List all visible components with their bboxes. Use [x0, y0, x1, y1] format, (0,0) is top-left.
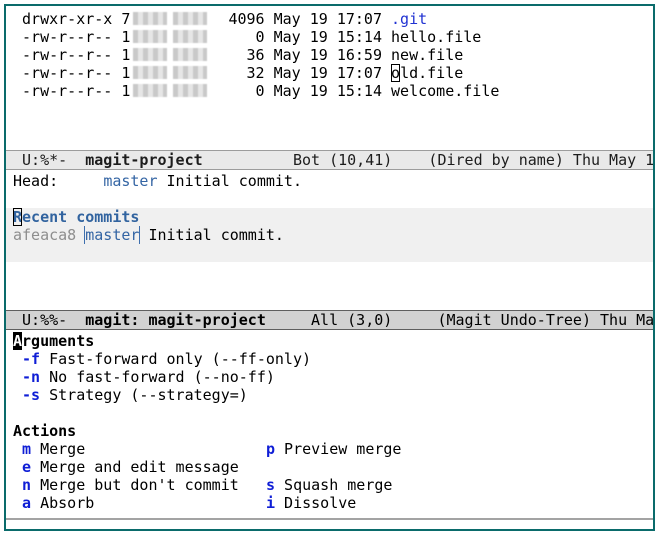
file-permissions: -rw-r--r-- 1 — [13, 82, 130, 100]
redacted-group — [173, 66, 207, 79]
dired-window: drwxr-xr-x 7 4096 May 19 17:07 .git -rw-… — [6, 6, 653, 150]
transient-desc: Merge but don't commit — [31, 476, 239, 494]
actions-heading: Actions — [13, 422, 76, 440]
dired-row[interactable]: drwxr-xr-x 7 4096 May 19 17:07 .git — [6, 10, 653, 28]
transient-action-row: n Merge but don't commits Squash merge — [6, 476, 653, 494]
transient-desc: Fast-forward only (--ff-only) — [40, 350, 311, 368]
transient-desc: Strategy (--strategy=) — [40, 386, 248, 404]
redacted-owner — [133, 30, 167, 43]
transient-argument[interactable]: -n No fast-forward (--no-ff) — [6, 368, 653, 386]
head-label: Head: — [13, 172, 103, 190]
modeline-info: All (3,0) (Magit Undo-Tree) Thu May 19 — [266, 311, 653, 329]
recent-commits-heading[interactable]: Recent commits — [6, 208, 653, 226]
redacted-owner — [133, 84, 167, 97]
blank-line — [6, 190, 653, 208]
actions-list: m Mergep Preview merge e Merge and edit … — [6, 440, 653, 512]
redacted-group — [173, 84, 207, 97]
redacted-group — [173, 30, 207, 43]
section-heading: Recent commits — [13, 208, 139, 226]
redacted-owner — [133, 66, 167, 79]
file-permissions: drwxr-xr-x 7 — [13, 10, 130, 28]
head-line[interactable]: Head: master Initial commit. — [6, 172, 653, 190]
transient-key[interactable]: e — [22, 458, 31, 476]
dired-row[interactable]: -rw-r--r-- 1 0 May 19 15:14 welcome.file — [6, 82, 653, 100]
text-cursor: R — [13, 208, 22, 226]
commit-branch-label[interactable]: master — [85, 226, 139, 244]
echo-area — [6, 520, 653, 529]
text-cursor: o — [391, 64, 400, 82]
transient-desc: Merge — [31, 440, 85, 458]
transient-action[interactable]: n Merge but don't commit — [13, 476, 266, 494]
transient-action[interactable]: a Absorb — [13, 494, 266, 512]
transient-key[interactable]: -n — [22, 368, 40, 386]
transient-desc: Absorb — [31, 494, 94, 512]
arguments-heading-line: Arguments — [6, 332, 653, 350]
file-permissions: -rw-r--r-- 1 — [13, 28, 130, 46]
blank-line — [6, 244, 653, 262]
dired-file-link[interactable]: hello.file — [391, 28, 481, 46]
transient-key[interactable]: m — [22, 440, 31, 458]
transient-desc: Squash merge — [275, 476, 392, 494]
file-permissions: -rw-r--r-- 1 — [13, 64, 130, 82]
emacs-frame: drwxr-xr-x 7 4096 May 19 17:07 .git -rw-… — [4, 4, 655, 531]
dired-dir-link[interactable]: .git — [391, 10, 427, 28]
transient-argument[interactable]: -f Fast-forward only (--ff-only) — [6, 350, 653, 368]
dired-file-link[interactable]: new.file — [391, 46, 463, 64]
dired-file-link[interactable]: welcome.file — [391, 82, 499, 100]
transient-action[interactable]: e Merge and edit message — [13, 458, 266, 476]
modeline-buffer-name: magit: magit-project — [85, 311, 266, 329]
file-size-date: 0 May 19 15:14 — [210, 82, 391, 100]
transient-window: Arguments -f Fast-forward only (--ff-onl… — [6, 330, 653, 518]
head-message: Initial commit. — [158, 172, 303, 190]
magit-status-window: Head: master Initial commit. Recent comm… — [6, 170, 653, 310]
transient-action-row: e Merge and edit message — [6, 458, 653, 476]
modeline-flags: U:%%- — [13, 311, 85, 329]
redacted-owner — [133, 48, 167, 61]
transient-action-row: a Absorbi Dissolve — [6, 494, 653, 512]
blank-line — [6, 404, 653, 422]
head-branch[interactable]: master — [103, 172, 157, 190]
file-permissions: -rw-r--r-- 1 — [13, 46, 130, 64]
arguments-heading: Arguments — [13, 332, 94, 350]
transient-desc: Dissolve — [275, 494, 356, 512]
transient-key[interactable]: a — [22, 494, 31, 512]
file-size-date: 0 May 19 15:14 — [210, 28, 391, 46]
dired-row[interactable]: -rw-r--r-- 1 32 May 19 17:07 old.file — [6, 64, 653, 82]
transient-argument[interactable]: -s Strategy (--strategy=) — [6, 386, 653, 404]
text-cursor: A — [13, 332, 22, 350]
commit-line[interactable]: afeaca8 master Initial commit. — [6, 226, 653, 244]
transient-desc: Preview merge — [275, 440, 401, 458]
arguments-list: -f Fast-forward only (--ff-only) -n No f… — [6, 350, 653, 404]
file-size-date: 32 May 19 17:07 — [210, 64, 391, 82]
modeline-info: Bot (10,41) (Dired by name) Thu May 19 1… — [203, 151, 653, 169]
dired-file-link[interactable]: old.file — [391, 64, 463, 82]
file-size-date: 36 May 19 16:59 — [210, 46, 391, 64]
redacted-owner — [133, 12, 167, 25]
modeline-flags: U:%*- — [13, 151, 85, 169]
transient-action-row: m Mergep Preview merge — [6, 440, 653, 458]
gap — [76, 226, 85, 244]
transient-key[interactable]: s — [266, 476, 275, 494]
redacted-group — [173, 12, 207, 25]
transient-desc: Merge and edit message — [31, 458, 239, 476]
transient-key[interactable]: i — [266, 494, 275, 512]
transient-action[interactable]: m Merge — [13, 440, 266, 458]
transient-desc: No fast-forward (--no-ff) — [40, 368, 275, 386]
file-size-date: 4096 May 19 17:07 — [210, 10, 391, 28]
dired-row[interactable]: -rw-r--r-- 1 0 May 19 15:14 hello.file — [6, 28, 653, 46]
transient-key[interactable]: -s — [22, 386, 40, 404]
commit-message: Initial commit. — [139, 226, 284, 244]
recent-commits-section: Recent commits afeaca8 master Initial co… — [6, 208, 653, 262]
transient-key[interactable]: n — [22, 476, 31, 494]
modeline-buffer-name: magit-project — [85, 151, 202, 169]
commit-hash: afeaca8 — [13, 226, 76, 244]
actions-heading-line: Actions — [6, 422, 653, 440]
modeline-dired[interactable]: U:%*- magit-project Bot (10,41) (Dired b… — [6, 150, 653, 170]
transient-key[interactable]: p — [266, 440, 275, 458]
transient-key[interactable]: -f — [22, 350, 40, 368]
dired-row[interactable]: -rw-r--r-- 1 36 May 19 16:59 new.file — [6, 46, 653, 64]
modeline-magit[interactable]: U:%%- magit: magit-project All (3,0) (Ma… — [6, 310, 653, 330]
redacted-group — [173, 48, 207, 61]
